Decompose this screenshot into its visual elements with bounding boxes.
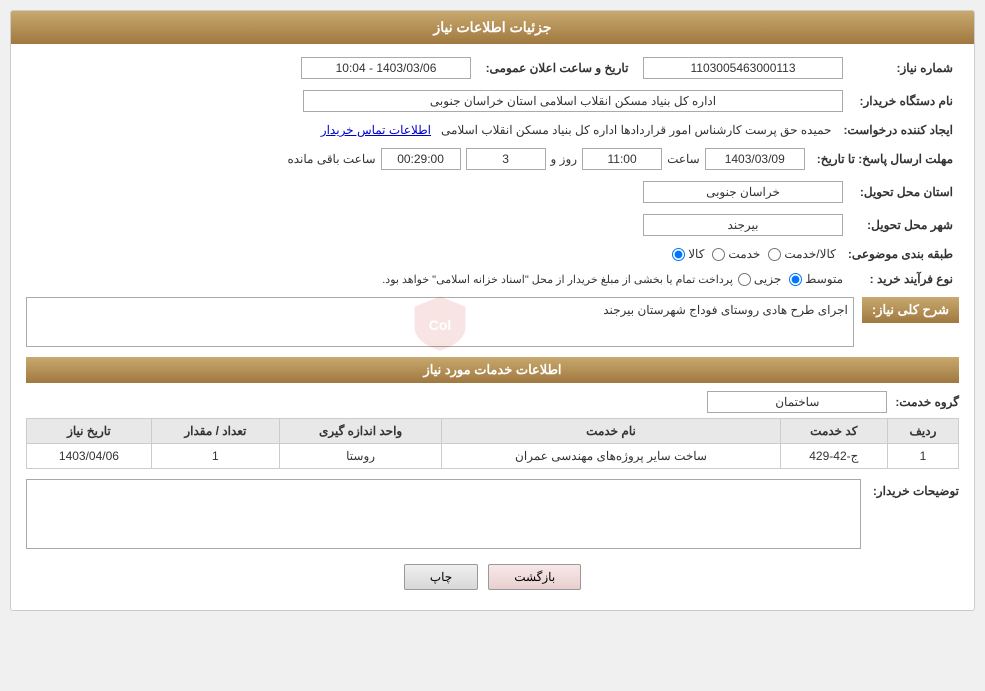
info-row-4: مهلت ارسال پاسخ: تا تاریخ: 1403/03/09 سا… <box>26 145 959 173</box>
table-row: 1ج-42-429ساخت سایر پروژه‌های مهندسی عمرا… <box>27 444 959 469</box>
description-section: شرح کلی نیاز: اجرای طرح هادی روستای فودا… <box>26 297 959 347</box>
category-option-khedmat: خدمت <box>712 247 760 261</box>
process-row: متوسط جزیی پرداخت تمام یا بخشی از مبلغ خ… <box>32 272 843 286</box>
process-motavas-radio[interactable] <box>789 273 802 286</box>
service-group-row: گروه خدمت: ساختمان <box>26 391 959 413</box>
main-card: جزئیات اطلاعات نیاز شماره نیاز: 11030054… <box>10 10 975 611</box>
deadline-time-value: 11:00 <box>582 148 662 170</box>
info-row-2: نام دستگاه خریدار: اداره کل بنیاد مسکن ا… <box>26 87 959 115</box>
city-value: بیرجند <box>643 214 843 236</box>
buyer-description-label: توضیحات خریدار: <box>869 479 959 498</box>
buyer-name-label: نام دستگاه خریدار: <box>849 87 959 115</box>
description-value: اجرای طرح هادی روستای فوداج شهرستان بیرج… <box>603 303 848 317</box>
deadline-date-value: 1403/03/09 <box>705 148 805 170</box>
province-label: استان محل تحویل: <box>849 178 959 206</box>
category-option-kala-khedmat: کالا/خدمت <box>768 247 835 261</box>
page-container: جزئیات اطلاعات نیاز شماره نیاز: 11030054… <box>0 0 985 691</box>
process-option-jozi: جزیی <box>738 272 781 286</box>
buyer-description-section: توضیحات خریدار: <box>26 479 959 549</box>
process-jozi-radio[interactable] <box>738 273 751 286</box>
card-header: جزئیات اطلاعات نیاز <box>11 11 974 44</box>
announce-value: 1403/03/06 - 10:04 <box>301 57 471 79</box>
category-kala-radio[interactable] <box>672 248 685 261</box>
deadline-label: مهلت ارسال پاسخ: تا تاریخ: <box>811 145 959 173</box>
col-header-date: تاریخ نیاز <box>27 419 152 444</box>
city-label: شهر محل تحویل: <box>849 211 959 239</box>
info-row-6: شهر محل تحویل: بیرجند <box>26 211 959 239</box>
need-number-label: شماره نیاز: <box>849 54 959 82</box>
province-value: خراسان جنوبی <box>643 181 843 203</box>
services-table: ردیف کد خدمت نام خدمت واحد اندازه گیری ت… <box>26 418 959 469</box>
description-section-label: شرح کلی نیاز: <box>862 297 959 323</box>
services-section-header: اطلاعات خدمات مورد نیاز <box>26 357 959 383</box>
col-header-row: ردیف <box>887 419 958 444</box>
category-label: طبقه بندی موضوعی: <box>842 244 959 264</box>
category-khedmat-label: خدمت <box>728 247 760 261</box>
col-header-code: کد خدمت <box>780 419 887 444</box>
buyer-description-textarea[interactable] <box>26 479 861 549</box>
info-row-5: استان محل تحویل: خراسان جنوبی <box>26 178 959 206</box>
watermark-shield: Col <box>410 292 470 352</box>
creator-label: ایجاد کننده درخواست: <box>837 120 959 140</box>
buttons-row: بازگشت چاپ <box>26 564 959 590</box>
service-group-value: ساختمان <box>707 391 887 413</box>
info-row-3: ایجاد کننده درخواست: حمیده حق پرست کارشن… <box>26 120 959 140</box>
col-header-unit: واحد اندازه گیری <box>279 419 441 444</box>
announce-label: تاریخ و ساعت اعلان عمومی: <box>477 54 637 82</box>
category-khedmat-radio[interactable] <box>712 248 725 261</box>
info-row-7: طبقه بندی موضوعی: کالا/خدمت خدمت <box>26 244 959 264</box>
category-radio-group: کالا/خدمت خدمت کالا <box>32 247 836 261</box>
back-button[interactable]: بازگشت <box>488 564 581 590</box>
deadline-days-label: روز و <box>551 152 578 166</box>
process-motavas-label: متوسط <box>805 272 843 286</box>
process-option-motavas: متوسط <box>789 272 843 286</box>
col-header-qty: تعداد / مقدار <box>151 419 279 444</box>
service-group-label: گروه خدمت: <box>895 395 959 409</box>
buyer-name-value: اداره کل بنیاد مسکن انقلاب اسلامی استان … <box>303 90 843 112</box>
deadline-row: 1403/03/09 ساعت 11:00 روز و 3 00:29:00 س… <box>32 148 805 170</box>
process-jozi-label: جزیی <box>754 272 781 286</box>
info-row-8: نوع فرآیند خرید : متوسط جزیی <box>26 269 959 289</box>
process-note: پرداخت تمام یا بخشی از مبلغ خریدار از مح… <box>382 273 733 286</box>
deadline-days-value: 3 <box>466 148 546 170</box>
creator-contact-link[interactable]: اطلاعات تماس خریدار <box>321 123 431 137</box>
page-title: جزئیات اطلاعات نیاز <box>433 19 551 35</box>
category-kala-label: کالا <box>688 247 704 261</box>
deadline-remaining-label: ساعت باقی مانده <box>287 152 375 166</box>
process-radio-group: متوسط جزیی <box>738 272 843 286</box>
deadline-time-label: ساعت <box>667 152 700 166</box>
print-button[interactable]: چاپ <box>404 564 478 590</box>
card-body: شماره نیاز: 1103005463000113 تاریخ و ساع… <box>11 44 974 610</box>
info-row-1: شماره نیاز: 1103005463000113 تاریخ و ساع… <box>26 54 959 82</box>
process-label: نوع فرآیند خرید : <box>849 269 959 289</box>
creator-value: حمیده حق پرست کارشناس امور قراردادها ادا… <box>441 123 831 137</box>
category-kala-khedmat-radio[interactable] <box>768 248 781 261</box>
need-number-value: 1103005463000113 <box>643 57 843 79</box>
svg-text:Col: Col <box>429 317 452 333</box>
col-header-name: نام خدمت <box>442 419 780 444</box>
deadline-remaining-value: 00:29:00 <box>381 148 461 170</box>
category-option-kala: کالا <box>672 247 704 261</box>
category-kala-khedmat-label: کالا/خدمت <box>784 247 835 261</box>
description-content: اجرای طرح هادی روستای فوداج شهرستان بیرج… <box>26 297 854 347</box>
